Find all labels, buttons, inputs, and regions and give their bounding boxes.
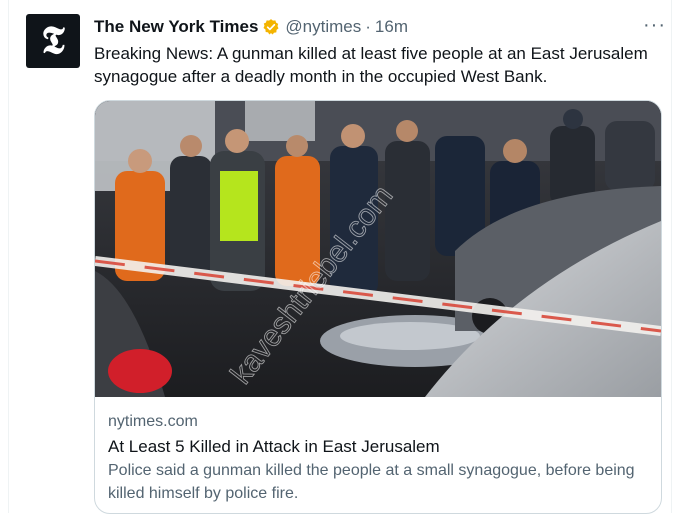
card-domain: nytimes.com <box>108 413 198 430</box>
card-meta: nytimes.com At Least 5 Killed in Attack … <box>108 411 648 505</box>
scene-illustration: kaveshtriebel.com <box>95 101 661 397</box>
tweet-text: Breaking News: A gunman killed at least … <box>94 44 648 86</box>
tweet-timestamp[interactable]: 16m <box>375 17 408 37</box>
tweet-header: The New York Times @nytimes · 16m <box>94 14 666 40</box>
frame-left-border <box>8 0 9 513</box>
account-name[interactable]: The New York Times <box>94 17 258 37</box>
card-description: Police said a gunman killed the people a… <box>108 462 635 502</box>
card-title[interactable]: At Least 5 Killed in Attack in East Jeru… <box>108 435 648 458</box>
link-card[interactable]: kaveshtriebel.com nytimes.com At Least 5… <box>94 100 662 514</box>
account-handle[interactable]: @nytimes <box>285 17 361 37</box>
nyt-logo-icon: 𝕿 <box>41 20 65 62</box>
more-options-icon[interactable]: ··· <box>643 14 666 37</box>
card-image[interactable]: kaveshtriebel.com <box>95 101 661 397</box>
separator-dot: · <box>365 17 371 36</box>
avatar[interactable]: 𝕿 <box>26 14 80 68</box>
frame-right-border <box>671 0 672 513</box>
verified-badge-icon <box>263 19 279 35</box>
